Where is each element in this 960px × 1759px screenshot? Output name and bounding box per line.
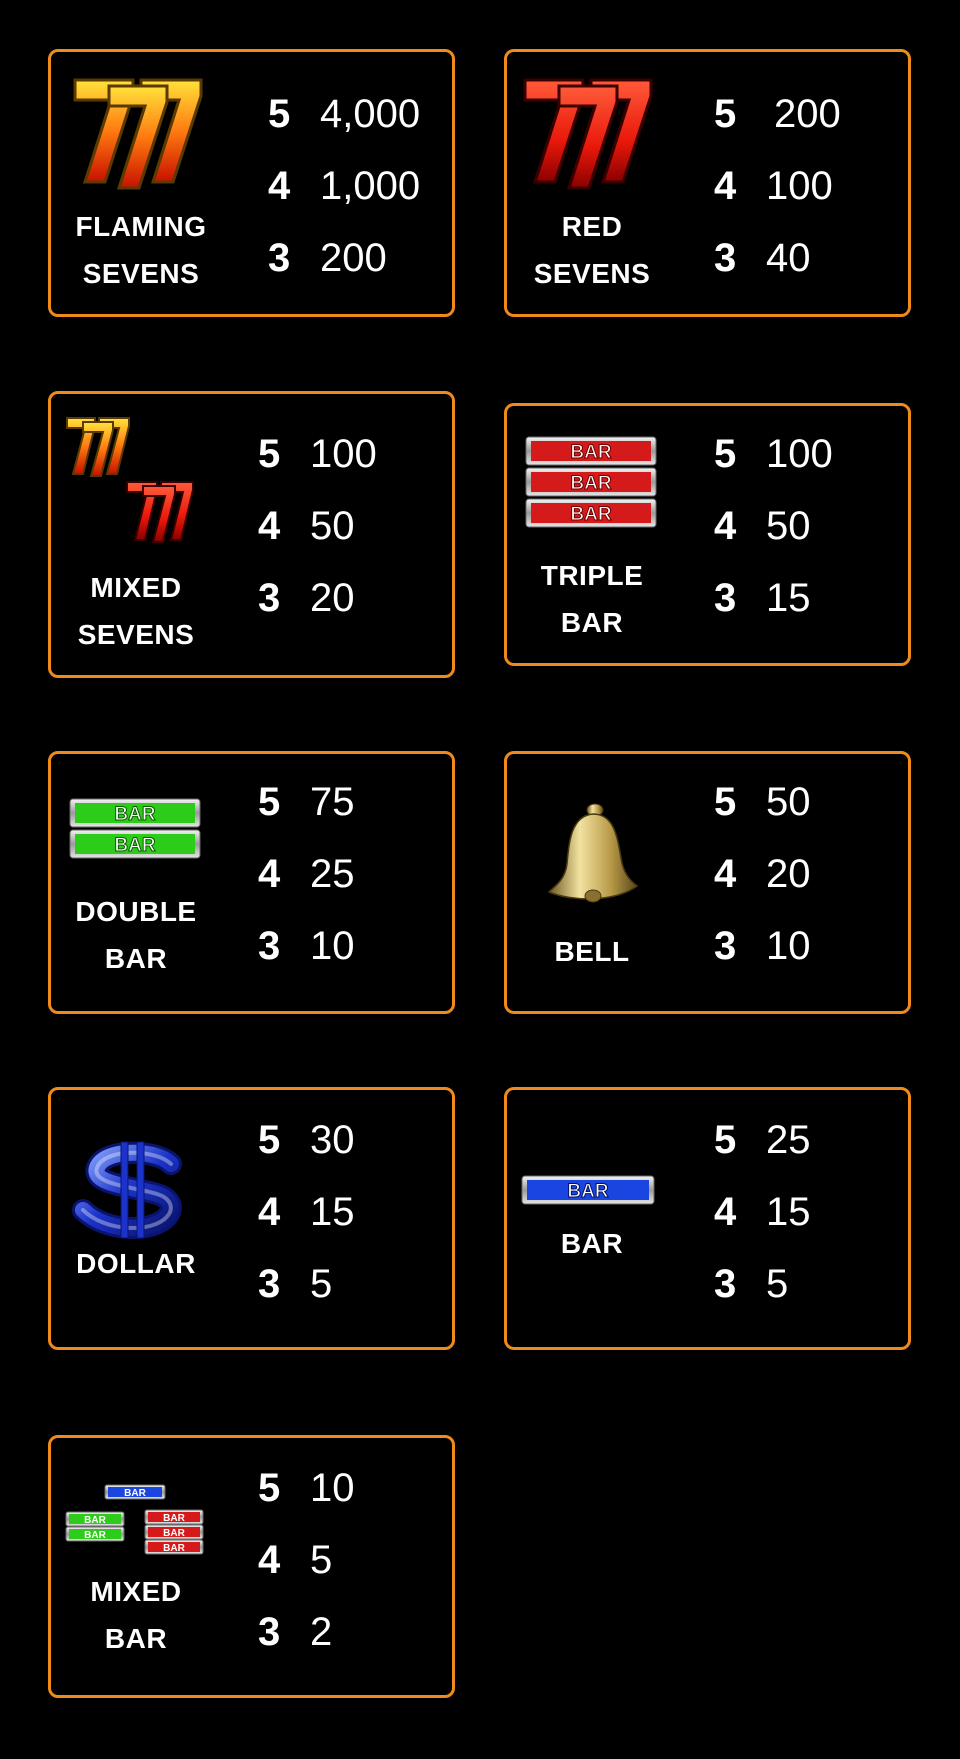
svg-text:BAR: BAR bbox=[570, 442, 611, 463]
payout-row: 5 4,000 bbox=[268, 91, 421, 136]
payout-row: 5 200 bbox=[714, 91, 841, 136]
svg-text:BAR: BAR bbox=[163, 1528, 185, 1539]
svg-text:BAR: BAR bbox=[163, 1543, 185, 1554]
svg-text:BAR: BAR bbox=[84, 1515, 106, 1526]
payout-row: 5 100 bbox=[258, 431, 377, 476]
svg-text:BAR: BAR bbox=[114, 804, 155, 825]
symbol-name: MIXED BAR bbox=[90, 1576, 182, 1654]
payout-row: 3 40 bbox=[714, 235, 811, 280]
symbol-name: BAR bbox=[560, 1228, 624, 1259]
single-bar-icon: BAR bbox=[521, 1175, 655, 1205]
paytable-card-double-bar: BAR BAR DOUBLE BAR 5 75 4 25 3 10 bbox=[48, 751, 455, 1014]
payout-row: 4 15 bbox=[258, 1189, 355, 1234]
svg-text:BAR: BAR bbox=[84, 1530, 106, 1541]
payout-row: 5 100 bbox=[714, 431, 833, 476]
payout-row: 5 75 bbox=[258, 779, 355, 824]
paytable-card-mixed-bar: BAR BAR BAR BAR BAR BAR MIXED BAR 5 10 45 … bbox=[48, 1435, 455, 1698]
paytable-card-red-sevens: RED SEVENS 5 200 4 100 3 40 bbox=[504, 49, 911, 317]
payout-row: 4 20 bbox=[714, 851, 811, 896]
svg-text:BAR: BAR bbox=[570, 504, 611, 525]
payout-row: 4 50 bbox=[258, 503, 355, 548]
bell-icon bbox=[543, 802, 643, 906]
symbol-name: DOUBLE BAR bbox=[75, 896, 197, 974]
payout-row: 3 15 bbox=[714, 575, 811, 620]
payout-row: 35 bbox=[258, 1261, 333, 1306]
triple-bar-icon: BAR BAR BAR bbox=[525, 436, 657, 530]
payout-row: 4 1,000 bbox=[268, 163, 421, 208]
payout-row: 3 10 bbox=[258, 923, 355, 968]
paytable-card-flaming-sevens: FLAMING SEVENS 5 4,000 4 1,000 3 200 bbox=[48, 49, 455, 317]
payout-row: 5 10 bbox=[258, 1465, 355, 1510]
payout-row: 5 30 bbox=[258, 1117, 355, 1162]
payout-row: 4 50 bbox=[714, 503, 811, 548]
payout-row: 35 bbox=[714, 1261, 789, 1306]
payout-row: 5 25 bbox=[714, 1117, 811, 1162]
symbol-name: RED SEVENS bbox=[533, 211, 651, 289]
paytable-card-bell: BELL 5 50 4 20 3 10 bbox=[504, 751, 911, 1014]
payout-row: 4 25 bbox=[258, 851, 355, 896]
payout-row: 3 20 bbox=[258, 575, 355, 620]
symbol-name: FLAMING SEVENS bbox=[75, 211, 207, 289]
symbol-name: TRIPLE BAR bbox=[540, 560, 644, 638]
svg-text:BAR: BAR bbox=[570, 473, 611, 494]
symbol-name: DOLLAR bbox=[76, 1248, 196, 1279]
mixed-sevens-icon bbox=[65, 414, 205, 546]
paytable-card-dollar: DOLLAR 5 30 4 15 35 bbox=[48, 1087, 455, 1350]
svg-text:BAR: BAR bbox=[163, 1513, 185, 1524]
symbol-name: MIXED SEVENS bbox=[77, 572, 195, 650]
payout-row: 4 100 bbox=[714, 163, 833, 208]
dollar-icon bbox=[71, 1140, 197, 1240]
mixed-bar-icon: BAR BAR BAR BAR BAR BAR bbox=[65, 1484, 205, 1556]
paytable-card-mixed-sevens: MIXED SEVENS 5 100 4 50 3 20 bbox=[48, 391, 455, 678]
payout-row: 3 200 bbox=[268, 235, 387, 280]
paytable-card-triple-bar: BAR BAR BAR TRIPLE BAR 5 100 4 50 3 15 bbox=[504, 403, 911, 666]
svg-text:BAR: BAR bbox=[114, 835, 155, 856]
payout-row: 32 bbox=[258, 1609, 333, 1654]
payout-row: 45 bbox=[258, 1537, 333, 1582]
svg-text:BAR: BAR bbox=[567, 1181, 608, 1202]
red-sevens-icon bbox=[521, 72, 657, 190]
flaming-sevens-icon bbox=[71, 72, 207, 190]
payout-row: 5 50 bbox=[714, 779, 811, 824]
paytable-card-bar: BAR BAR 5 25 4 15 35 bbox=[504, 1087, 911, 1350]
double-bar-icon: BAR BAR bbox=[69, 798, 201, 860]
payout-row: 3 10 bbox=[714, 923, 811, 968]
payout-row: 4 15 bbox=[714, 1189, 811, 1234]
svg-text:BAR: BAR bbox=[124, 1488, 146, 1499]
symbol-name: BELL bbox=[554, 936, 630, 967]
